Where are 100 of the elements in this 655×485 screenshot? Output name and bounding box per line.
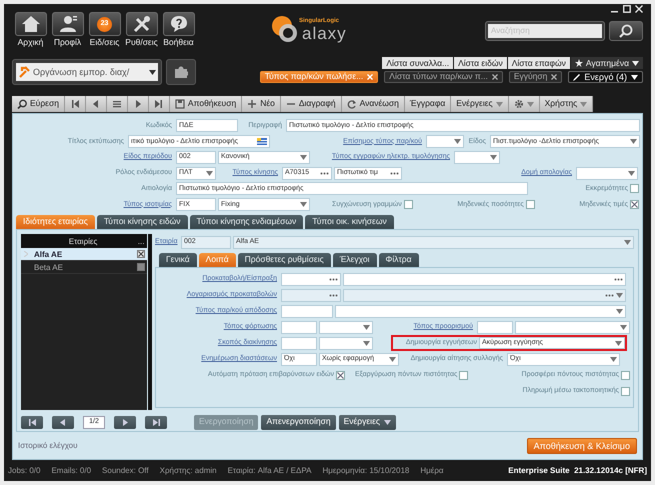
caret-icon [206, 170, 213, 176]
pager-button[interactable] [145, 416, 167, 429]
checkbox[interactable] [336, 370, 345, 380]
nav-button[interactable] [14, 12, 46, 36]
toolbar-button[interactable]: Διαγραφή [280, 96, 342, 112]
checkbox[interactable] [137, 263, 146, 272]
document-tab[interactable]: Λίστα τύπων παρ/κων π... [384, 71, 503, 83]
toolbar-button[interactable]: Ανανέωση [342, 96, 405, 112]
checkbox[interactable] [526, 200, 535, 210]
toolbar-button[interactable]: Εύρεση [12, 96, 65, 112]
dropdown-field[interactable] [335, 304, 626, 318]
toolbar-button[interactable]: Αποθήκευση [170, 96, 242, 112]
tab[interactable]: Τύποι οικ. κινήσεων [305, 214, 394, 230]
active-windows-button[interactable]: Ενεργό (4) [568, 71, 643, 83]
tab[interactable]: Φίλτρα [378, 253, 419, 268]
search-button[interactable] [609, 21, 643, 41]
close-icon[interactable] [635, 5, 643, 13]
caret-icon [454, 139, 461, 144]
checkbox[interactable] [630, 200, 639, 210]
toolbar-menu[interactable] [508, 96, 540, 112]
star-icon [574, 59, 583, 67]
wrench-icon [18, 66, 30, 78]
checkbox[interactable] [621, 386, 630, 396]
nav-label: Αρχική [18, 38, 44, 48]
action-button[interactable]: Ενέργειες [338, 414, 396, 430]
nav-button[interactable] [126, 12, 158, 36]
text-field[interactable] [281, 304, 333, 318]
dropdown-field[interactable] [426, 135, 464, 148]
toolbar-button[interactable] [148, 96, 170, 112]
text-field[interactable] [281, 336, 317, 350]
tab[interactable]: Τύποι κίνησης ειδών [96, 214, 188, 230]
nav-label: Προφίλ [54, 38, 82, 48]
tab[interactable]: Τύποι κίνησης ενδιαμέσων [190, 214, 304, 230]
checkbox[interactable] [621, 370, 630, 380]
action-button: Ενεργοποίηση [194, 414, 258, 430]
column-header: Εταιρίες [68, 236, 98, 248]
grid-row[interactable]: Alfa AE [21, 248, 148, 262]
quick-tab[interactable]: Λίστα ειδών [454, 57, 507, 69]
column-header: ... [136, 236, 146, 248]
checkbox[interactable] [459, 370, 468, 380]
nav-button[interactable] [52, 12, 84, 36]
home-icon [20, 15, 40, 33]
quick-tab[interactable]: Λίστα συναλλα... [382, 57, 454, 69]
toolbar-button[interactable] [106, 96, 128, 112]
check-icon [630, 201, 638, 208]
dropdown-field[interactable] [319, 336, 373, 350]
lookup-field[interactable] [343, 272, 626, 286]
audit-link[interactable]: Ιστορικό ελέγχου [18, 441, 78, 450]
user-icon [58, 15, 78, 33]
last-icon [154, 99, 164, 109]
last-icon [152, 418, 160, 427]
toolbar-button[interactable] [86, 96, 107, 112]
tab[interactable]: Γενικά [159, 253, 197, 268]
caret-icon [580, 102, 588, 106]
toolbar-button[interactable]: Νέο [242, 96, 281, 112]
toolbar-menu[interactable]: Χρήστης [540, 96, 594, 112]
plugin-button[interactable] [166, 59, 196, 85]
text-field[interactable] [281, 320, 317, 334]
toolbar-button[interactable] [128, 96, 149, 112]
toolbar-button[interactable] [64, 96, 86, 112]
caret-icon [363, 340, 370, 346]
tab[interactable]: Έλεγχοι [332, 253, 377, 268]
pager-button[interactable] [21, 416, 43, 429]
grid-row[interactable]: Beta AE [21, 261, 148, 274]
dropdown-field[interactable] [576, 166, 638, 180]
text-field[interactable] [477, 320, 513, 334]
toolbar-menu[interactable]: Ενέργειες [451, 96, 509, 112]
action-button[interactable]: Απενεργοποίηση [261, 414, 336, 430]
caret-icon [490, 154, 497, 160]
tab[interactable]: Πρόσθετες ρυθμίσεις [238, 253, 331, 268]
status-text: Χρήστης: admin [160, 466, 217, 476]
caret-icon [526, 102, 534, 106]
module-selector[interactable]: Οργάνωση εμπορ. διαχ/ [16, 63, 158, 81]
first-icon [28, 418, 36, 427]
save-icon [174, 99, 185, 109]
checkbox[interactable] [630, 184, 639, 194]
ellipsis-icon [329, 278, 338, 281]
document-tab[interactable]: Εγγύηση [508, 71, 562, 83]
dropdown-field[interactable] [515, 320, 630, 334]
caret-icon [300, 154, 307, 160]
nav-button[interactable] [162, 12, 194, 36]
checkbox[interactable] [137, 250, 146, 258]
caret-icon [616, 308, 623, 314]
checkbox[interactable] [404, 200, 413, 210]
caret-icon [384, 420, 391, 425]
caret-icon [363, 324, 370, 330]
toolbar-button[interactable]: Έγγραφα [404, 96, 452, 112]
lookup-field[interactable] [281, 272, 341, 286]
favorites-button[interactable]: Αγαπημένα [570, 57, 643, 69]
maximize-icon[interactable] [623, 5, 631, 13]
pager-button[interactable] [114, 416, 136, 429]
search-icon [17, 99, 27, 109]
dropdown-field[interactable] [454, 150, 500, 164]
caret-icon [632, 60, 639, 66]
pager-button[interactable] [52, 416, 74, 429]
quick-tab[interactable]: Λίστα επαφών [508, 57, 570, 69]
nav-label: Ειδ/σεις [90, 38, 120, 48]
pencil-icon [573, 74, 580, 80]
dropdown-field[interactable] [319, 320, 373, 334]
status-text: Soundex: Off [102, 466, 149, 476]
